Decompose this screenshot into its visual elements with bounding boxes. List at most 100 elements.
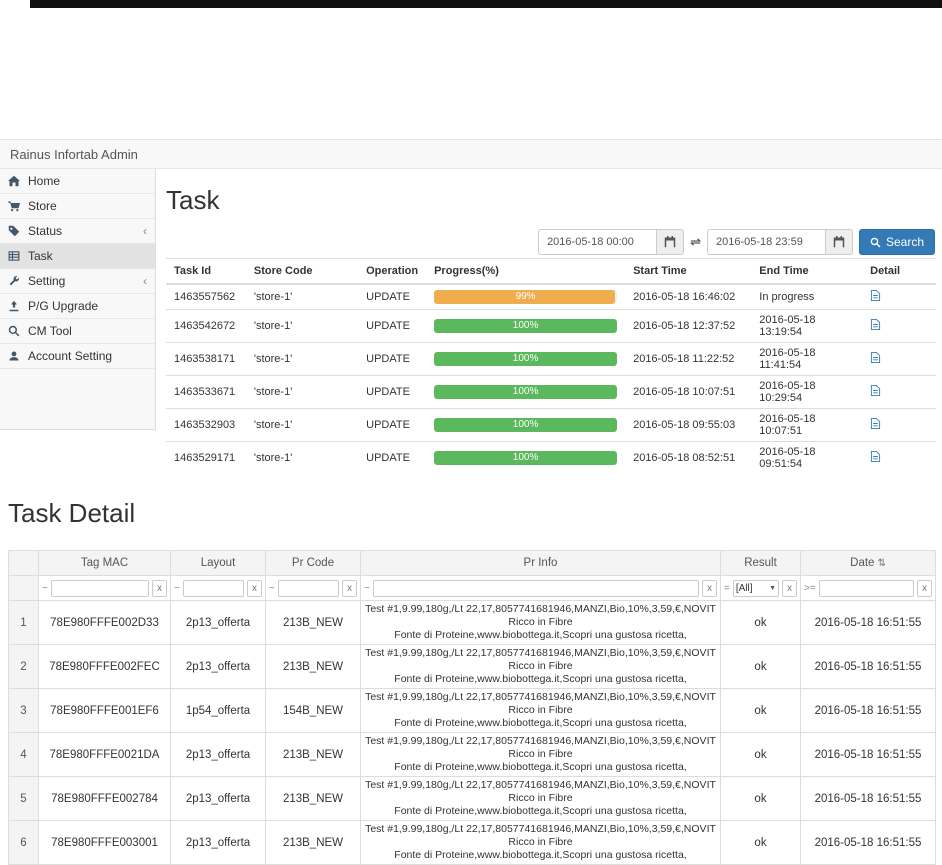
pr-info-line: Test #1,9.99,180g,/Lt 22,17,805774168194… xyxy=(365,691,716,703)
col-header-operation: Operation xyxy=(358,258,427,285)
sidebar-item-setting[interactable]: Setting ‹ xyxy=(0,269,155,294)
col-header-result[interactable]: Result xyxy=(720,550,801,576)
cart-icon xyxy=(8,200,21,212)
chevron-left-icon: ‹ xyxy=(143,224,147,238)
progress-cell: 99% xyxy=(426,283,626,310)
calendar-icon[interactable] xyxy=(656,229,685,255)
pr-info-cell: Test #1,9.99,180g,/Lt 22,17,805774168194… xyxy=(360,688,721,733)
detail-file-icon[interactable] xyxy=(870,450,881,463)
detail-file-icon[interactable] xyxy=(870,417,881,430)
sidebar-item-status[interactable]: Status ‹ xyxy=(0,219,155,244)
contains-op-label: ~ xyxy=(42,582,48,594)
search-icon xyxy=(870,237,881,248)
sidebar: Home Store Status ‹ Task Setting ‹ P/G U… xyxy=(0,169,156,430)
pr-info-line: Fonte di Proteine,www.biobottega.it,Scop… xyxy=(394,717,687,729)
pr-info-filter-cell: ~ x xyxy=(360,575,721,601)
date-filter-input[interactable] xyxy=(818,579,914,597)
sidebar-item-account-setting[interactable]: Account Setting xyxy=(0,344,155,369)
task-detail-table: Tag MAC Layout Pr Code Pr Info Result Da… xyxy=(8,550,936,865)
task-detail-title: Task Detail xyxy=(8,498,136,528)
progress-bar: 100% xyxy=(434,418,618,432)
result-filter-select[interactable]: [All] ▼ xyxy=(732,579,779,597)
calendar-icon[interactable] xyxy=(824,229,853,255)
row-index-cell: 2 xyxy=(8,644,39,689)
contains-op-label: ~ xyxy=(174,582,180,594)
chevron-down-icon: ▼ xyxy=(769,584,776,592)
contains-op-label: ~ xyxy=(269,582,275,594)
pr-info-line: Fonte di Proteine,www.biobottega.it,Scop… xyxy=(394,629,687,641)
search-button[interactable]: Search xyxy=(858,229,935,255)
layout-cell: 2p13_offerta xyxy=(170,644,266,689)
task-row: 1463538171 'store-1' UPDATE 100% 2016-05… xyxy=(166,342,936,376)
end-time-cell: In progress xyxy=(751,283,863,310)
progress-bar: 99% xyxy=(434,290,618,304)
detail-row: 5 78E980FFFE002784 2p13_offerta 213B_NEW… xyxy=(8,776,936,821)
sidebar-item-pg-upgrade[interactable]: P/G Upgrade xyxy=(0,294,155,319)
detail-header-row: Tag MAC Layout Pr Code Pr Info Result Da… xyxy=(8,550,936,576)
operation-cell: UPDATE xyxy=(358,441,427,474)
detail-row: 6 78E980FFFE003001 2p13_offerta 213B_NEW… xyxy=(8,820,936,865)
pr-info-filter-input[interactable] xyxy=(372,579,699,597)
result-cell: ok xyxy=(720,688,801,733)
pr-info-cell: Test #1,9.99,180g,/Lt 22,17,805774168194… xyxy=(360,776,721,821)
progress-label: 100% xyxy=(512,320,539,331)
col-header-end-time: End Time xyxy=(751,258,863,285)
col-header-date[interactable]: Date ⇅ xyxy=(800,550,936,576)
pr-info-filter-clear-button[interactable]: x xyxy=(702,579,717,597)
col-header-tag-mac[interactable]: Tag MAC xyxy=(38,550,171,576)
date-cell: 2016-05-18 16:51:55 xyxy=(800,600,936,645)
store-code-cell: 'store-1' xyxy=(245,441,359,474)
pr-code-filter-input[interactable] xyxy=(277,579,339,597)
row-index-cell: 5 xyxy=(8,776,39,821)
pr-info-line: Ricco in Fibre xyxy=(508,704,573,716)
pr-info-line: Ricco in Fibre xyxy=(508,836,573,848)
layout-filter-clear-button[interactable]: x xyxy=(247,579,262,597)
sidebar-item-cm-tool[interactable]: CM Tool xyxy=(0,319,155,344)
col-header-pr-code[interactable]: Pr Code xyxy=(265,550,361,576)
home-icon xyxy=(8,175,21,187)
sidebar-item-task[interactable]: Task xyxy=(0,244,155,269)
detail-cell xyxy=(862,283,936,310)
pr-info-line: Test #1,9.99,180g,/Lt 22,17,805774168194… xyxy=(365,779,716,791)
progress-label: 100% xyxy=(512,386,539,397)
date-filter-clear-button[interactable]: x xyxy=(917,579,932,597)
sidebar-item-label: Status xyxy=(28,224,63,238)
tag-mac-filter-clear-button[interactable]: x xyxy=(152,579,167,597)
col-header-progress: Progress(%) xyxy=(426,258,626,285)
col-header-detail: Detail xyxy=(862,258,936,285)
table-icon xyxy=(8,250,21,262)
operation-cell: UPDATE xyxy=(358,309,427,343)
task-table-header-row: Task Id Store Code Operation Progress(%)… xyxy=(166,258,936,285)
detail-file-icon[interactable] xyxy=(870,318,881,331)
detail-file-icon[interactable] xyxy=(870,384,881,397)
pr-info-line: Ricco in Fibre xyxy=(508,748,573,760)
pr-code-filter-cell: ~ x xyxy=(265,575,361,601)
sidebar-item-home[interactable]: Home xyxy=(0,169,155,194)
pr-info-line: Fonte di Proteine,www.biobottega.it,Scop… xyxy=(394,673,687,685)
col-header-layout[interactable]: Layout xyxy=(170,550,266,576)
layout-filter-input[interactable] xyxy=(182,579,244,597)
pr-code-filter-clear-button[interactable]: x xyxy=(342,579,357,597)
col-header-pr-info[interactable]: Pr Info xyxy=(360,550,721,576)
tag-mac-filter-input[interactable] xyxy=(50,579,149,597)
task-row: 1463529171 'store-1' UPDATE 100% 2016-05… xyxy=(166,441,936,474)
date-cell: 2016-05-18 16:51:55 xyxy=(800,732,936,777)
date-to-input[interactable] xyxy=(706,229,825,255)
brand-title[interactable]: Rainus Infortab Admin xyxy=(10,147,138,162)
sidebar-item-label: P/G Upgrade xyxy=(28,299,99,313)
sidebar-item-store[interactable]: Store xyxy=(0,194,155,219)
pr-info-line: Fonte di Proteine,www.biobottega.it,Scop… xyxy=(394,761,687,773)
pr-info-line: Fonte di Proteine,www.biobottega.it,Scop… xyxy=(394,849,687,861)
result-filter-value: [All] xyxy=(735,582,753,594)
detail-file-icon[interactable] xyxy=(870,351,881,364)
result-filter-clear-button[interactable]: x xyxy=(782,579,797,597)
date-from-input[interactable] xyxy=(538,229,657,255)
detail-file-icon[interactable] xyxy=(870,289,881,302)
row-index-cell: 6 xyxy=(8,820,39,865)
layout-cell: 2p13_offerta xyxy=(170,600,266,645)
detail-cell xyxy=(862,408,936,442)
result-filter-cell: = [All] ▼ x xyxy=(720,575,801,601)
start-time-cell: 2016-05-18 11:22:52 xyxy=(625,342,752,376)
page-title: Task xyxy=(166,185,220,215)
start-time-cell: 2016-05-18 10:07:51 xyxy=(625,375,752,409)
